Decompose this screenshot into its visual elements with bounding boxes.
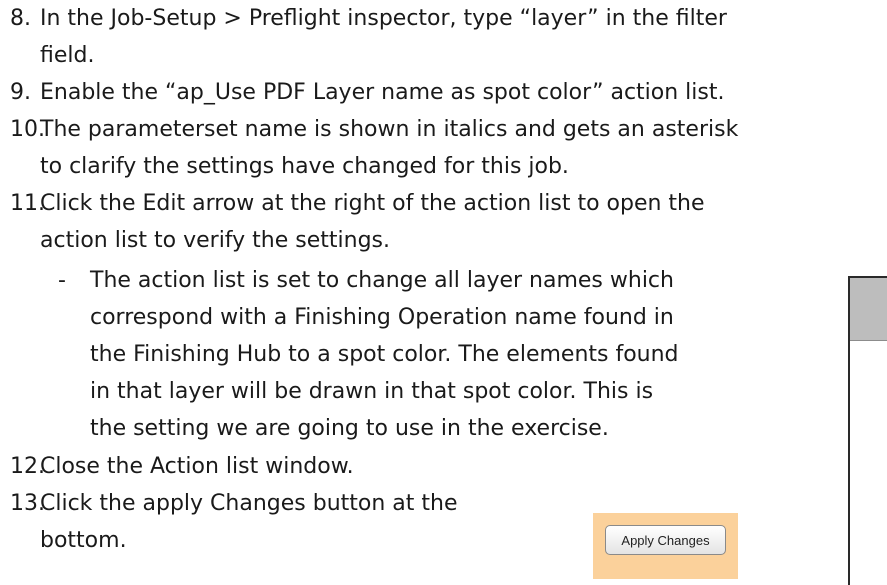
sub-bullet-line: the setting we are going to use in the e… bbox=[90, 416, 609, 441]
apply-changes-button[interactable]: Apply Changes bbox=[605, 525, 726, 555]
step-text: Enable the “ap_Use PDF Layer name as spo… bbox=[40, 80, 725, 105]
step-text: bottom. bbox=[40, 528, 127, 553]
sub-bullet-line: correspond with a Finishing Operation na… bbox=[90, 305, 674, 330]
step-text: field. bbox=[40, 43, 95, 68]
step-text: to clarify the settings have changed for… bbox=[40, 154, 569, 179]
step-number: 8. bbox=[10, 6, 31, 31]
step-text: Click the Edit arrow at the right of the… bbox=[40, 191, 705, 216]
step-text: In the Job-Setup > Preflight inspector, … bbox=[40, 6, 727, 31]
inspector-panel-crop bbox=[848, 276, 887, 585]
step-text: action list to verify the settings. bbox=[40, 228, 391, 253]
sub-bullet-line: the Finishing Hub to a spot color. The e… bbox=[90, 342, 679, 367]
document-page: 8. In the Job-Setup > Preflight inspecto… bbox=[0, 0, 887, 585]
step-number: 9. bbox=[10, 80, 31, 105]
inspector-panel-header bbox=[850, 278, 887, 341]
apply-button-screenshot: Apply Changes bbox=[593, 513, 738, 579]
step-text: The parameterset name is shown in italic… bbox=[40, 117, 739, 142]
sub-bullet-line: The action list is set to change all lay… bbox=[90, 268, 674, 293]
sub-bullet-line: in that layer will be drawn in that spot… bbox=[90, 379, 654, 404]
sub-bullet-marker: - bbox=[58, 268, 66, 293]
step-text: Close the Action list window. bbox=[40, 454, 354, 479]
step-text: Click the apply Changes button at the bbox=[40, 491, 458, 516]
